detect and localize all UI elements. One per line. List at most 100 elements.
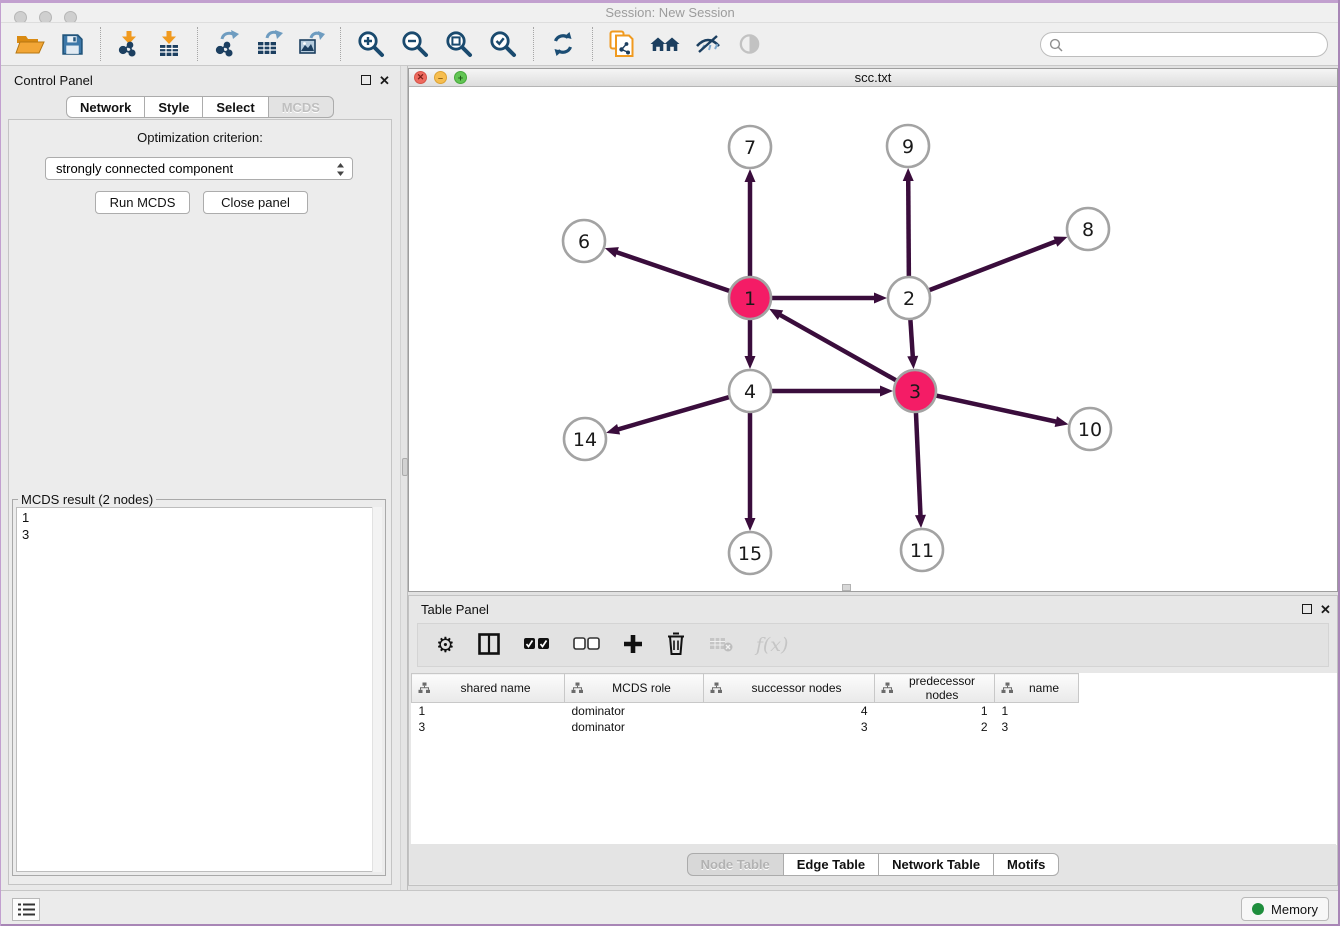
- column-type-icon: [710, 682, 723, 694]
- cell-name[interactable]: 1: [995, 703, 1079, 720]
- table-row[interactable]: 1dominator411: [412, 703, 1079, 720]
- edge-1-2[interactable]: [768, 293, 887, 304]
- cell-name[interactable]: 3: [995, 719, 1079, 735]
- network-minimize-button[interactable]: –: [434, 71, 447, 84]
- cell-successor-nodes[interactable]: 3: [704, 719, 875, 735]
- memory-button[interactable]: Memory: [1241, 897, 1329, 921]
- table-row[interactable]: 3dominator323: [412, 719, 1079, 735]
- node-4[interactable]: 4: [729, 370, 771, 412]
- tab-mcds[interactable]: MCDS: [269, 96, 334, 118]
- export-image-button[interactable]: [293, 25, 329, 63]
- export-network-button[interactable]: [209, 25, 245, 63]
- table-panel-float-button[interactable]: [1302, 604, 1312, 614]
- edge-3-1[interactable]: [769, 309, 899, 382]
- zoom-selected-button[interactable]: [484, 25, 522, 63]
- criterion-dropdown[interactable]: strongly connected component: [45, 157, 353, 180]
- save-session-button[interactable]: [55, 25, 89, 63]
- column-header-successor-nodes[interactable]: successor nodes: [704, 674, 875, 703]
- panel-splitter[interactable]: [400, 66, 408, 890]
- close-panel-button[interactable]: Close panel: [203, 191, 308, 214]
- cell-predecessor-nodes[interactable]: 1: [875, 703, 995, 720]
- column-header-mcds-role[interactable]: MCDS role: [565, 674, 704, 703]
- node-9[interactable]: 9: [887, 125, 929, 167]
- clone-network-button[interactable]: [604, 25, 640, 63]
- deselect-all-button[interactable]: [571, 635, 602, 656]
- zoom-fit-button[interactable]: [440, 25, 478, 63]
- network-zoom-button[interactable]: +: [454, 71, 467, 84]
- edge-1-7[interactable]: [745, 169, 756, 280]
- canvas-resize-handle[interactable]: [842, 584, 851, 591]
- show-details-button[interactable]: [732, 25, 766, 63]
- run-mcds-button[interactable]: Run MCDS: [95, 191, 190, 214]
- node-7[interactable]: 7: [729, 126, 771, 168]
- node-label-9: 9: [902, 136, 914, 158]
- table-panel-close-button[interactable]: ✕: [1320, 603, 1331, 616]
- edge-2-9[interactable]: [903, 168, 914, 280]
- node-8[interactable]: 8: [1067, 208, 1109, 250]
- node-15[interactable]: 15: [729, 532, 771, 574]
- edge-4-14[interactable]: [606, 396, 733, 434]
- columns-button[interactable]: [476, 631, 502, 660]
- tab-edge-table[interactable]: Edge Table: [784, 853, 879, 876]
- tab-style[interactable]: Style: [145, 96, 203, 118]
- delete-table-button[interactable]: [707, 634, 735, 657]
- edge-3-10[interactable]: [933, 395, 1069, 427]
- export-table-button[interactable]: [251, 25, 287, 63]
- edge-1-4[interactable]: [745, 316, 756, 369]
- titlebar: Session: New Session: [0, 3, 1340, 22]
- apply-layout-button[interactable]: [545, 25, 581, 63]
- edge-1-6[interactable]: [605, 247, 733, 292]
- edge-2-3[interactable]: [907, 316, 918, 369]
- zoom-in-button[interactable]: [352, 25, 390, 63]
- column-header-name[interactable]: name: [995, 674, 1079, 703]
- tab-motifs[interactable]: Motifs: [994, 853, 1059, 876]
- import-table-button[interactable]: [152, 25, 186, 63]
- node-1[interactable]: 1: [729, 277, 771, 319]
- search-input[interactable]: [1068, 34, 1327, 56]
- control-panel-close-button[interactable]: ✕: [379, 74, 390, 87]
- tab-network[interactable]: Network: [66, 96, 145, 118]
- tab-node-table[interactable]: Node Table: [687, 853, 784, 876]
- node-2[interactable]: 2: [888, 277, 930, 319]
- network-close-button[interactable]: ✕: [414, 71, 427, 84]
- node-14[interactable]: 14: [564, 418, 606, 460]
- node-10[interactable]: 10: [1069, 408, 1111, 450]
- node-3[interactable]: 3: [894, 370, 936, 412]
- edge-4-15[interactable]: [745, 409, 756, 531]
- cell-shared-name[interactable]: 1: [412, 703, 565, 720]
- zoom-in-icon: [356, 29, 386, 59]
- edge-2-8[interactable]: [926, 236, 1068, 291]
- node-label-10: 10: [1078, 419, 1102, 441]
- edge-4-3[interactable]: [768, 386, 893, 397]
- node-label-1: 1: [744, 288, 756, 310]
- node-6[interactable]: 6: [563, 220, 605, 262]
- delete-row-button[interactable]: [664, 630, 688, 660]
- node-11[interactable]: 11: [901, 529, 943, 571]
- search-field[interactable]: [1040, 32, 1328, 57]
- hide-details-button[interactable]: [690, 25, 726, 63]
- cell-predecessor-nodes[interactable]: 2: [875, 719, 995, 735]
- select-all-button[interactable]: [521, 635, 552, 656]
- column-type-icon: [1001, 682, 1014, 694]
- task-history-button[interactable]: [12, 898, 40, 921]
- column-header-shared-name[interactable]: shared name: [412, 674, 565, 703]
- edge-3-11[interactable]: [915, 409, 926, 528]
- cell-successor-nodes[interactable]: 4: [704, 703, 875, 720]
- cell-shared-name[interactable]: 3: [412, 719, 565, 735]
- add-row-button[interactable]: [621, 632, 645, 659]
- import-network-button[interactable]: [112, 25, 146, 63]
- cell-mcds-role[interactable]: dominator: [565, 719, 704, 735]
- zoom-out-button[interactable]: [396, 25, 434, 63]
- tab-select[interactable]: Select: [203, 96, 268, 118]
- settings-button[interactable]: ⚙: [434, 633, 457, 658]
- function-builder-button[interactable]: f(x): [754, 632, 791, 658]
- cell-mcds-role[interactable]: dominator: [565, 703, 704, 720]
- result-scrollbar[interactable]: [372, 507, 382, 872]
- control-panel-float-button[interactable]: [361, 75, 371, 85]
- network-overview-button[interactable]: [646, 25, 684, 63]
- column-header-predecessor-nodes[interactable]: predecessor nodes: [875, 674, 995, 703]
- open-session-button[interactable]: [11, 25, 49, 63]
- network-canvas[interactable]: 1 2 3 4 6 7 8 9 10 11 14 15: [409, 87, 1337, 591]
- mcds-result-text[interactable]: 1 3: [16, 507, 382, 872]
- tab-network-table[interactable]: Network Table: [879, 853, 994, 876]
